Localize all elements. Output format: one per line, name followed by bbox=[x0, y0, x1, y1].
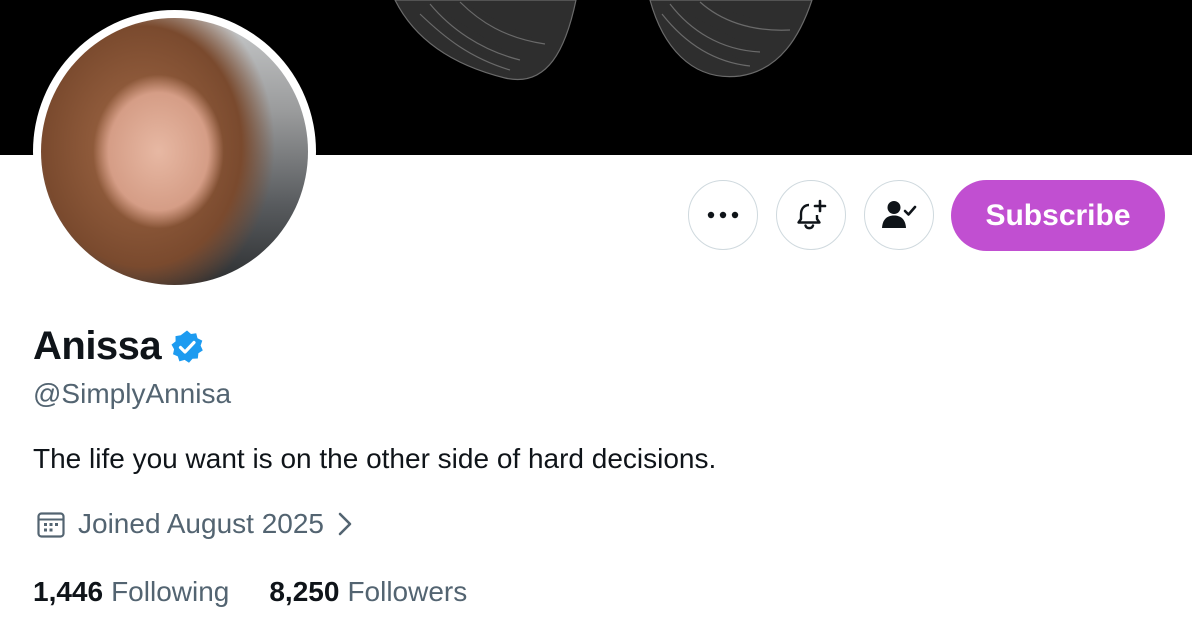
chevron-right-icon bbox=[338, 512, 352, 536]
following-button[interactable] bbox=[864, 180, 934, 250]
subscribe-button[interactable]: Subscribe bbox=[951, 180, 1165, 251]
more-icon bbox=[707, 211, 739, 219]
followers-link[interactable]: 8,250 Followers bbox=[269, 576, 467, 608]
following-count: 1,446 bbox=[33, 576, 104, 607]
calendar-icon bbox=[37, 512, 65, 538]
followers-count: 8,250 bbox=[269, 576, 340, 607]
profile-handle: @SimplyAnnisa bbox=[33, 378, 232, 409]
following-link[interactable]: 1,446 Following bbox=[33, 576, 229, 608]
profile-actions: Subscribe bbox=[0, 180, 1192, 252]
followers-label: Followers bbox=[347, 576, 468, 607]
person-check-icon bbox=[882, 201, 917, 228]
bell-plus-icon bbox=[797, 199, 827, 230]
joined-date[interactable]: Joined August 2025 bbox=[36, 508, 356, 540]
verified-badge-icon[interactable] bbox=[169, 329, 205, 365]
more-button[interactable] bbox=[688, 180, 758, 250]
profile-bio: The life you want is on the other side o… bbox=[33, 443, 717, 474]
profile-name-row: Anissa bbox=[33, 324, 205, 369]
profile-stats: 1,446 Following 8,250 Followers bbox=[33, 576, 507, 608]
notify-button[interactable] bbox=[776, 180, 846, 250]
joined-label: Joined August 2025 bbox=[78, 508, 324, 539]
display-name: Anissa bbox=[33, 324, 162, 368]
following-label: Following bbox=[111, 576, 230, 607]
